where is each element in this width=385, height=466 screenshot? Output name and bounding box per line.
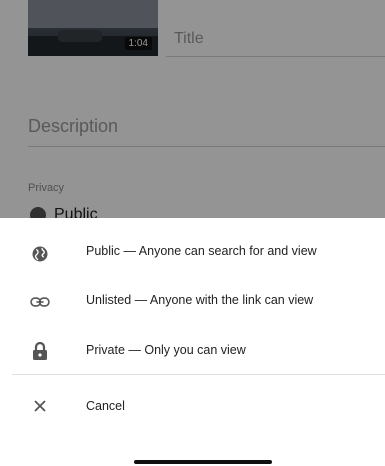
privacy-option-label: Public — Anyone can search for and view [86,244,317,258]
privacy-bottom-sheet: Public — Anyone can search for and view … [0,218,385,466]
privacy-option-label: Private — Only you can view [86,343,246,357]
privacy-option-label: Unlisted — Anyone with the link can view [86,293,314,307]
close-icon [28,394,52,418]
globe-icon [28,242,52,266]
privacy-option-private[interactable]: Private — Only you can view [0,336,385,366]
home-indicator[interactable] [134,460,272,464]
cancel-label: Cancel [86,399,125,413]
sheet-divider [12,374,385,375]
cancel-button[interactable]: Cancel [0,394,385,420]
privacy-option-unlisted[interactable]: Unlisted — Anyone with the link can view [0,286,385,316]
lock-icon [28,339,52,363]
privacy-option-public[interactable]: Public — Anyone can search for and view [0,228,385,280]
link-icon [28,290,52,314]
